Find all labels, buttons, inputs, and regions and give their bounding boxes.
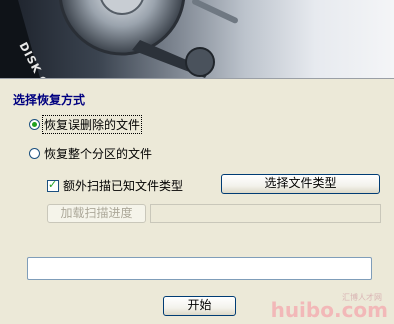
radio-recover-deleted[interactable]: 恢复误删除的文件 — [29, 115, 143, 134]
radio-button[interactable] — [29, 148, 40, 159]
radio-recover-partition-label[interactable]: 恢复整个分区的文件 — [43, 145, 153, 162]
extra-scan-label[interactable]: 额外扫描已知文件类型 — [63, 177, 183, 194]
radio-recover-deleted-label[interactable]: 恢复误删除的文件 — [41, 115, 143, 134]
radio-recover-partition[interactable]: 恢复整个分区的文件 — [29, 145, 153, 162]
banner: DISK GENIUS — [0, 0, 394, 78]
extra-scan-checkbox[interactable] — [47, 178, 59, 192]
scan-progress-path-field[interactable] — [150, 204, 381, 223]
watermark-text: huibo.com — [270, 298, 388, 322]
load-scan-progress-button[interactable]: 加载扫描进度 — [47, 204, 146, 223]
hard-disk-image — [0, 0, 238, 78]
section-title: 选择恢复方式 — [13, 93, 86, 107]
select-file-types-button[interactable]: 选择文件类型 — [221, 174, 380, 194]
status-text-field[interactable] — [27, 257, 372, 280]
radio-button-checked[interactable] — [29, 119, 40, 130]
start-button[interactable]: 开始 — [163, 296, 236, 316]
extra-scan-checkbox-row[interactable]: 额外扫描已知文件类型 — [47, 177, 183, 194]
banner-divider — [0, 78, 394, 79]
